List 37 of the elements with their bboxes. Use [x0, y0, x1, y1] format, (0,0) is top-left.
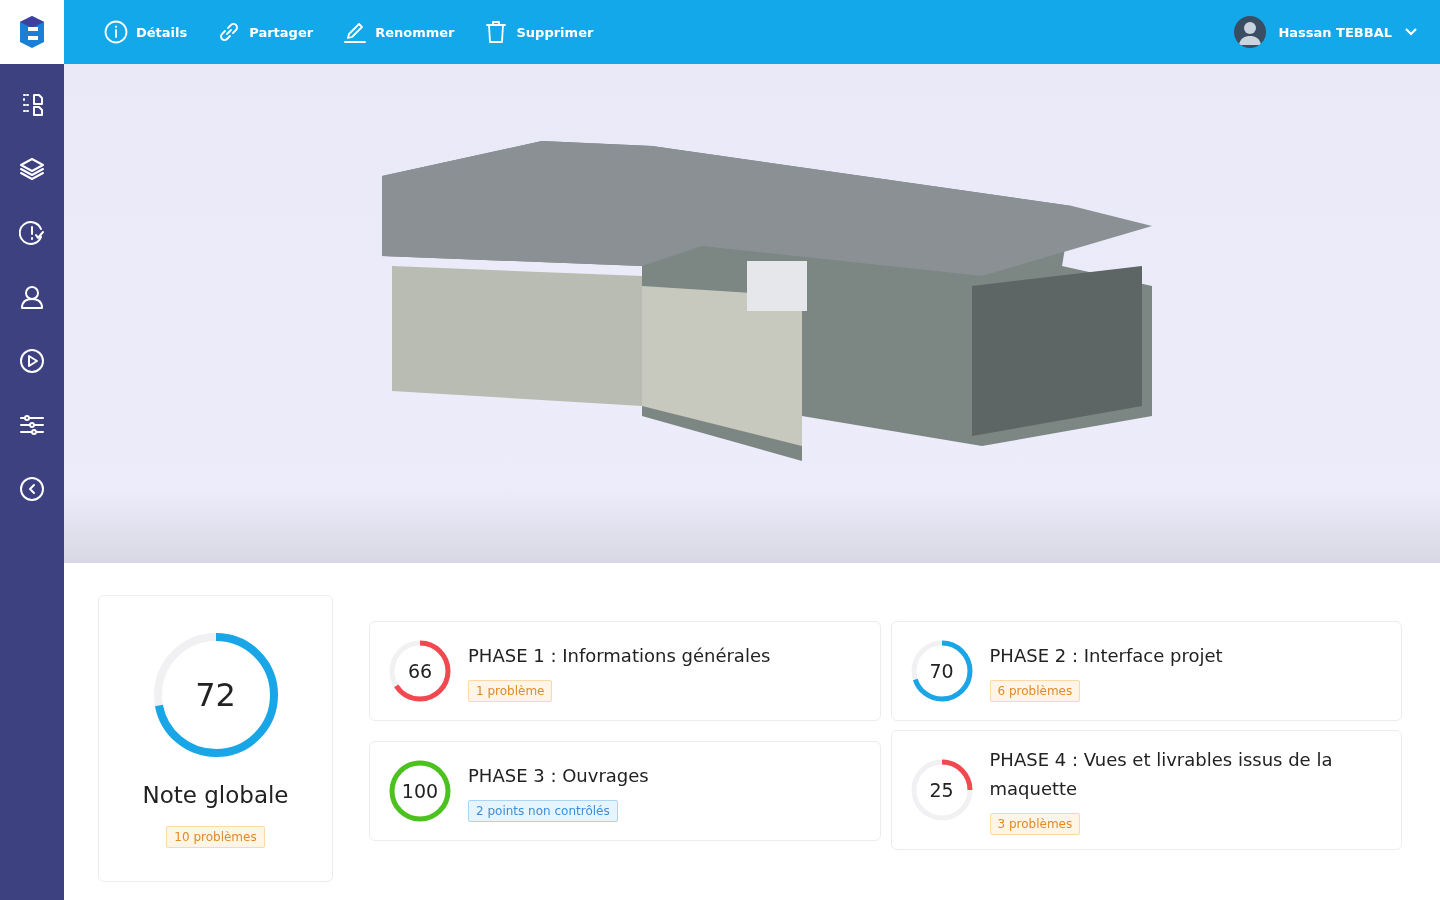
toolbar-button[interactable]: Supprimer [482, 18, 596, 46]
phase-title: PHASE 3 : Ouvrages [468, 763, 649, 788]
model-viewer[interactable] [64, 64, 1440, 563]
score-value: 66 [406, 659, 434, 684]
score-value: 70 [928, 659, 955, 684]
play-icon [19, 348, 45, 374]
avatar-icon [1234, 16, 1267, 48]
toolbar-button[interactable]: Partager [215, 18, 316, 46]
issue-count-tag: 1 problème [468, 679, 553, 702]
back-icon [19, 476, 45, 502]
phase-title: PHASE 4 : Vues et livrables issus de la maquette [989, 748, 1334, 801]
user-menu-button[interactable]: Hassan TEBBAL [1228, 15, 1424, 49]
unchecked-points-tag: 2 points non contrôlés [468, 799, 618, 822]
toolbar-button[interactable]: Renommer [341, 18, 457, 46]
alert-check-icon [19, 220, 45, 246]
pencil-icon [343, 20, 368, 44]
phase-title: PHASE 2 : Interface projet [989, 643, 1223, 668]
toolbar-button[interactable]: Détails [102, 18, 190, 46]
issue-count-tag: 10 problèmes [166, 826, 265, 848]
user-icon [19, 284, 45, 310]
phase-card[interactable]: 66 PHASE 1 : Informations générales 1 problème [369, 621, 881, 721]
phase-card[interactable]: 100 PHASE 3 : Ouvrages 2 points non contrôlés [369, 741, 881, 841]
score-value: 100 [400, 779, 440, 804]
score-value: 25 [928, 778, 955, 803]
phase-card[interactable]: 25 PHASE 4 : Vues et livrables issus de la maquette 3 problèmes [890, 730, 1402, 850]
issue-count-tag: 3 problèmes [989, 813, 1081, 835]
layers-icon [19, 156, 45, 182]
info-icon [104, 20, 128, 44]
score-value: 72 [194, 675, 237, 716]
issue-count-tag: 6 problèmes [989, 679, 1081, 702]
chevron-down-icon [1404, 27, 1418, 37]
phase-card[interactable]: 70 PHASE 2 : Interface projet 6 problèmes [890, 621, 1402, 721]
score-label: Note globale [142, 782, 289, 808]
logo-icon [19, 15, 45, 49]
trash-icon [484, 20, 509, 44]
phase-title: PHASE 1 : Informations générales [468, 643, 771, 668]
settings-icon [19, 412, 45, 438]
